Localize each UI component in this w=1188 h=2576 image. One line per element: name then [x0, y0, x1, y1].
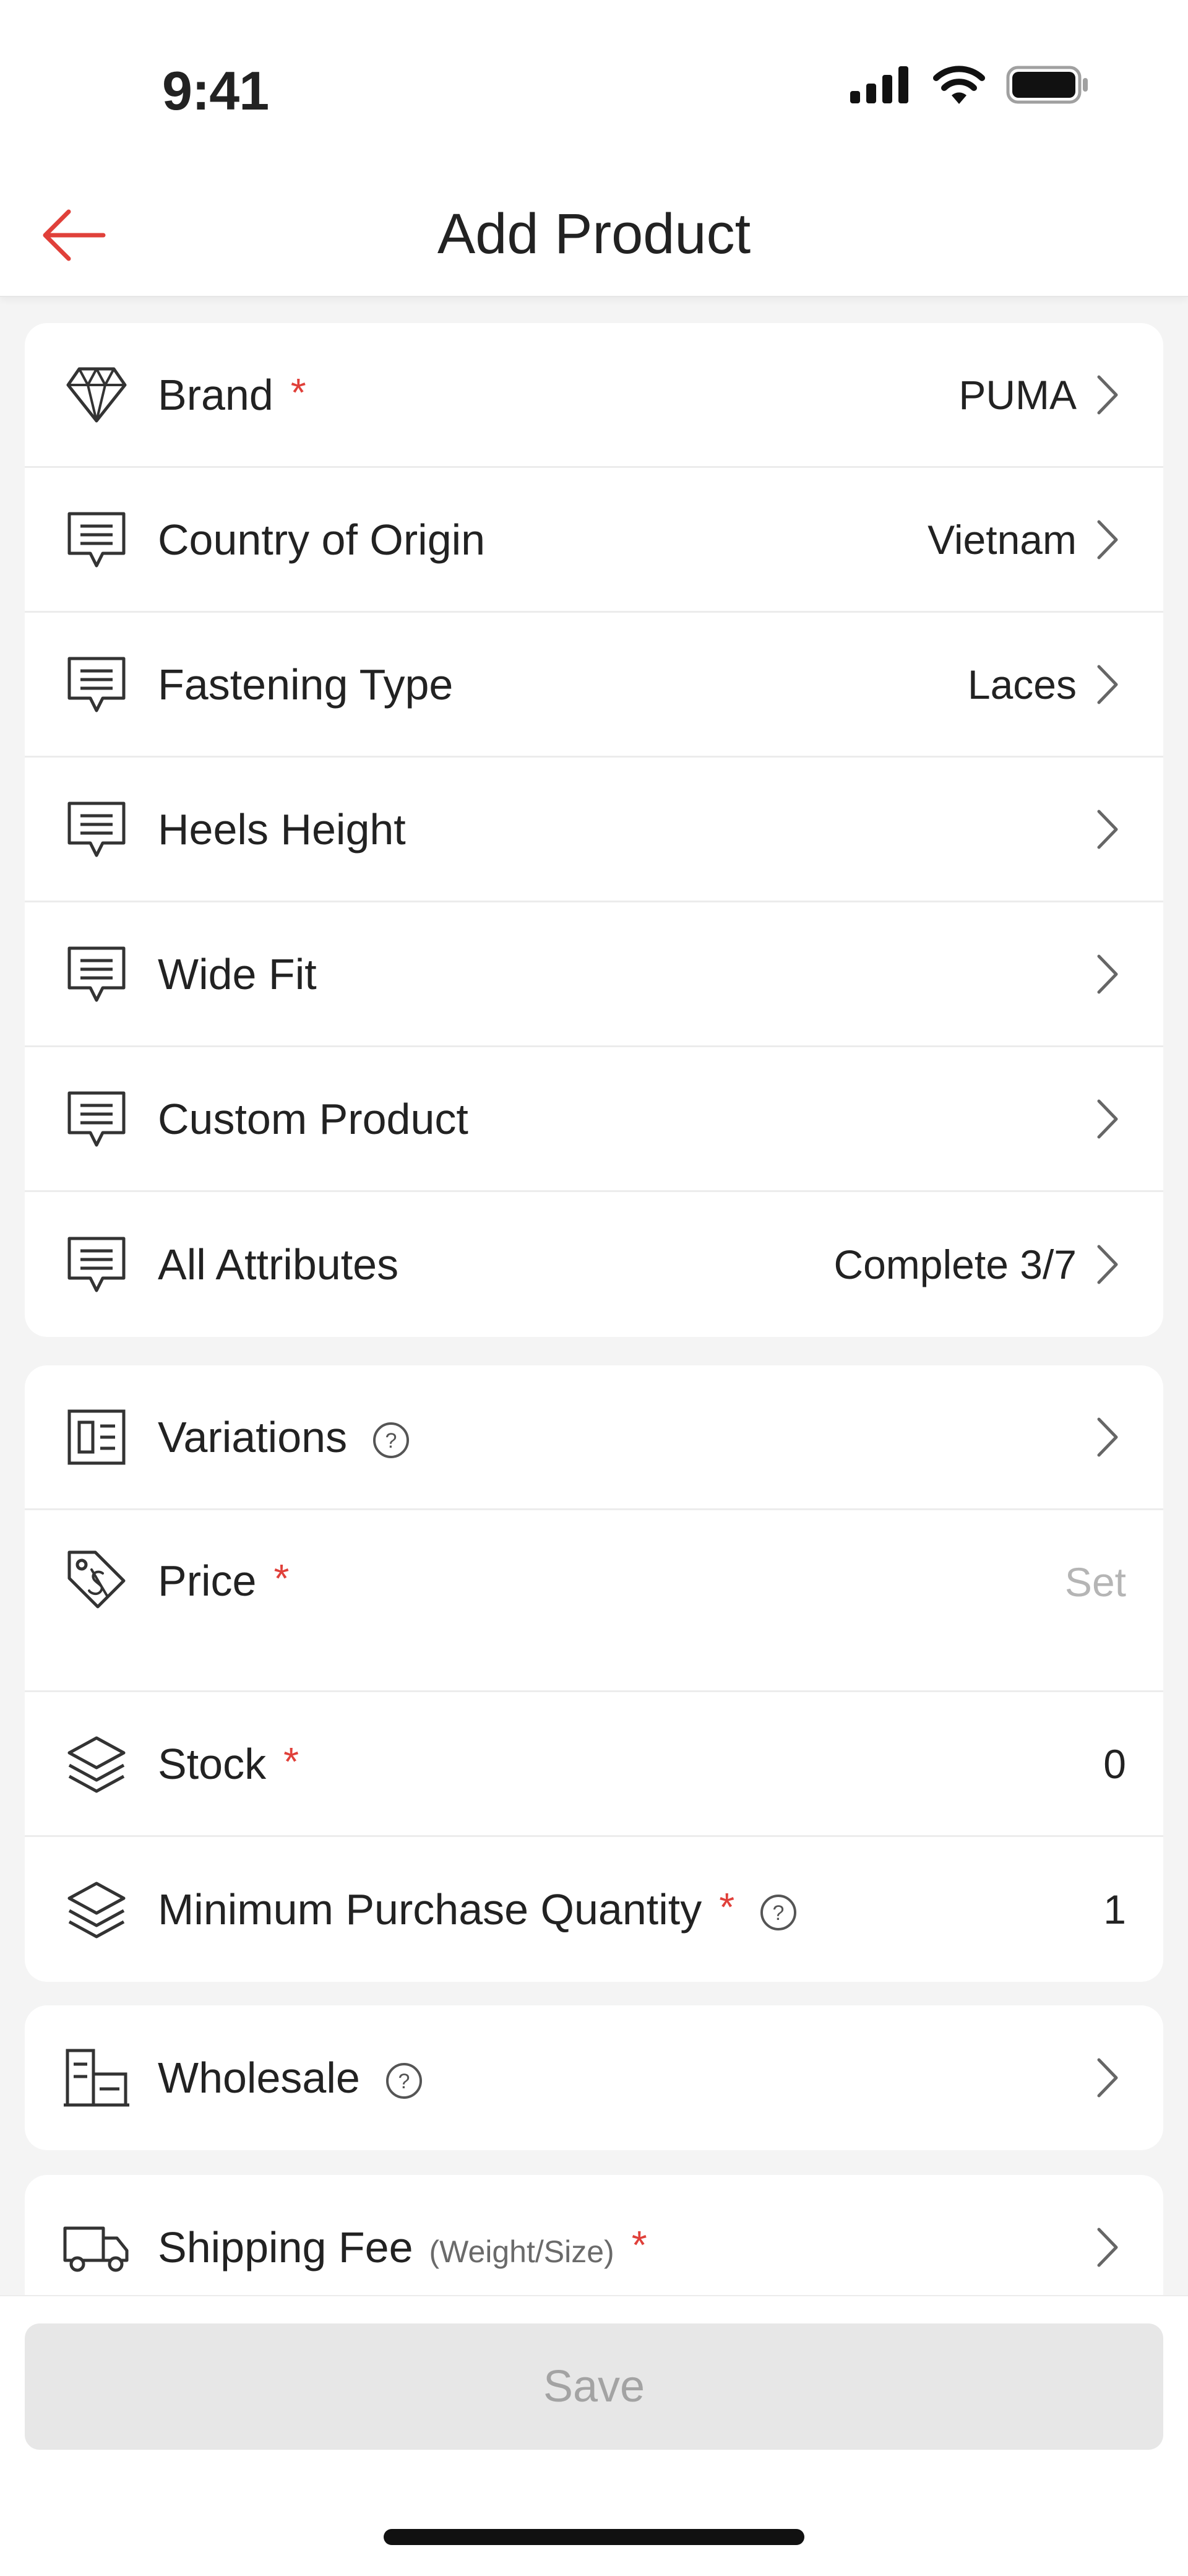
heels-height-row[interactable]: Heels Height	[25, 758, 1163, 902]
cellular-signal-icon	[850, 66, 908, 103]
shipping-fee-row[interactable]: Shipping Fee (Weight/Size) *	[25, 2175, 1163, 2295]
all-attributes-label: All Attributes	[158, 1240, 399, 1289]
page-title: Add Product	[437, 202, 751, 266]
status-bar: 9:41	[0, 0, 1188, 173]
chevron-right-icon	[1089, 1240, 1126, 1289]
chevron-right-icon	[1089, 1412, 1126, 1462]
message-icon	[62, 505, 131, 574]
chevron-right-icon	[1089, 660, 1126, 709]
wholesale-row[interactable]: Wholesale ?	[25, 2005, 1163, 2150]
variations-row[interactable]: Variations ?	[25, 1365, 1163, 1510]
heels-height-label: Heels Height	[158, 805, 406, 854]
wholesale-card: Wholesale ?	[25, 2005, 1163, 2150]
variations-icon	[62, 1403, 131, 1472]
chevron-right-icon	[1089, 1094, 1126, 1144]
wholesale-label: Wholesale	[158, 2054, 360, 2102]
message-icon	[62, 650, 131, 719]
stock-input[interactable]: 0	[1103, 1740, 1126, 1787]
shipping-fee-sublabel: (Weight/Size)	[429, 2234, 614, 2269]
bottom-bar: Save	[0, 2295, 1188, 2576]
home-indicator[interactable]	[384, 2529, 804, 2545]
fastening-type-row[interactable]: Fastening Type Laces	[25, 613, 1163, 758]
pricing-card: Variations ? Price * Set Stock * 0 Minim…	[25, 1365, 1163, 1982]
stock-label: Stock	[158, 1739, 267, 1788]
svg-text:?: ?	[385, 1429, 397, 1453]
help-icon[interactable]: ?	[759, 1892, 798, 1942]
message-icon	[62, 795, 131, 864]
wifi-icon	[933, 66, 985, 104]
min-purchase-quantity-label: Minimum Purchase Quantity	[158, 1885, 702, 1934]
required-mark: *	[631, 2223, 647, 2267]
required-mark: *	[273, 1556, 290, 1601]
diamond-icon	[62, 360, 131, 430]
brand-label: Brand	[158, 370, 273, 419]
wholesale-icon	[62, 2043, 131, 2112]
chevron-right-icon	[1089, 515, 1126, 564]
layers-icon	[62, 1875, 131, 1944]
price-tag-icon	[62, 1545, 131, 1614]
brand-row[interactable]: Brand * PUMA	[25, 323, 1163, 468]
brand-value: PUMA	[958, 371, 1077, 418]
svg-text:?: ?	[398, 2070, 410, 2093]
variations-label: Variations	[158, 1412, 348, 1461]
country-of-origin-row[interactable]: Country of Origin Vietnam	[25, 468, 1163, 613]
layers-icon	[62, 1729, 131, 1799]
country-of-origin-label: Country of Origin	[158, 515, 486, 564]
svg-text:?: ?	[773, 1901, 785, 1925]
chevron-right-icon	[1089, 370, 1126, 420]
required-mark: *	[719, 1885, 735, 1929]
truck-icon	[62, 2213, 131, 2282]
attributes-card: Brand * PUMA Country of Origin Vietnam F…	[25, 323, 1163, 1337]
min-purchase-quantity-row[interactable]: Minimum Purchase Quantity * ? 1	[25, 1837, 1163, 1982]
all-attributes-row[interactable]: All Attributes Complete 3/7	[25, 1192, 1163, 1337]
chevron-right-icon	[1089, 2053, 1126, 2103]
stock-row[interactable]: Stock * 0	[25, 1692, 1163, 1837]
battery-icon	[1006, 66, 1088, 104]
custom-product-row[interactable]: Custom Product	[25, 1047, 1163, 1192]
help-icon[interactable]: ?	[372, 1420, 410, 1469]
required-mark: *	[290, 370, 306, 415]
all-attributes-value: Complete 3/7	[833, 1242, 1077, 1287]
status-icons	[850, 66, 1089, 104]
wide-fit-row[interactable]: Wide Fit	[25, 902, 1163, 1047]
fastening-type-value: Laces	[967, 661, 1077, 707]
price-label: Price	[158, 1557, 257, 1605]
shipping-fee-label: Shipping Fee	[158, 2223, 413, 2271]
country-of-origin-value: Vietnam	[928, 516, 1077, 563]
fastening-type-label: Fastening Type	[158, 660, 454, 709]
chevron-right-icon	[1089, 805, 1126, 854]
message-icon	[62, 1230, 131, 1299]
required-mark: *	[283, 1739, 299, 1784]
chevron-right-icon	[1089, 949, 1126, 999]
min-purchase-quantity-input[interactable]: 1	[1103, 1886, 1126, 1933]
custom-product-label: Custom Product	[158, 1094, 468, 1143]
wide-fit-label: Wide Fit	[158, 949, 317, 998]
shipping-card: Shipping Fee (Weight/Size) *	[25, 2175, 1163, 2295]
chevron-right-icon	[1089, 2223, 1126, 2272]
status-time: 9:41	[162, 60, 269, 121]
save-button[interactable]: Save	[25, 2323, 1163, 2450]
price-row[interactable]: Price * Set	[25, 1510, 1163, 1692]
help-icon[interactable]: ?	[385, 2060, 423, 2110]
price-input[interactable]: Set	[1065, 1558, 1126, 1606]
message-icon	[62, 940, 131, 1009]
message-icon	[62, 1084, 131, 1154]
nav-header: Add Product	[0, 173, 1188, 297]
